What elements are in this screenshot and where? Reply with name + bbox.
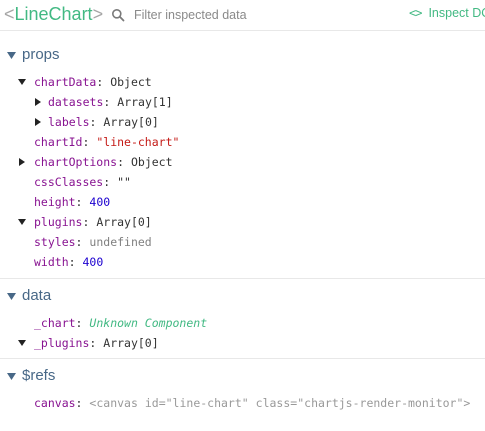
caret-right-icon (19, 158, 25, 166)
prop-key: chartId (34, 135, 83, 149)
refs-key: canvas (34, 396, 76, 410)
props-section-header[interactable]: props (0, 44, 485, 66)
prop-key: styles (34, 235, 76, 249)
prop-value: undefined (89, 235, 152, 249)
prop-value: Array[1] (117, 95, 173, 109)
prop-key: chartOptions (34, 155, 118, 169)
prop-value: Array[0] (96, 215, 152, 229)
data-row-chart[interactable]: _chart: Unknown Component (34, 314, 207, 332)
prop-key: plugins (34, 215, 83, 229)
prop-row-height[interactable]: height: 400 (34, 193, 110, 211)
caret-right-icon (35, 98, 41, 106)
refs-tag-open: <canvas (89, 396, 138, 410)
caret-right-icon (35, 118, 41, 126)
prop-value: "line-chart" (96, 135, 180, 149)
caret-down-icon (18, 219, 26, 225)
data-value: Unknown Component (89, 316, 208, 330)
prop-value: "" (117, 175, 131, 189)
search-icon (112, 9, 125, 22)
caret-down-icon (7, 293, 16, 300)
prop-value: Object (130, 155, 173, 169)
prop-value: Object (110, 75, 152, 89)
inspector-header: <LineChart> <> Inspect DO (0, 0, 485, 31)
prop-key: height (34, 195, 76, 209)
refs-attr-value: "line-chart" (165, 396, 249, 410)
prop-key: cssClasses (34, 175, 104, 189)
inspect-dom-button[interactable]: <> Inspect DO (409, 6, 485, 20)
data-key: _plugins (34, 336, 90, 350)
tag-close-bracket: > (92, 4, 104, 24)
prop-key: chartData (34, 75, 97, 89)
caret-down-icon (7, 52, 16, 59)
refs-section: $refs canvas: <canvas id="line-chart" cl… (0, 358, 485, 431)
props-section-title: props (22, 46, 60, 63)
props-section: props chartData: Object datasets: Array[… (0, 32, 485, 278)
caret-down-icon (7, 373, 16, 380)
refs-attr-value: "chartjs-render-monitor" (297, 396, 464, 410)
refs-attr-name: class (255, 396, 291, 410)
prop-row-chartid[interactable]: chartId: "line-chart" (34, 133, 179, 151)
component-name: LineChart (14, 4, 93, 24)
data-section: data _chart: Unknown Component _plugins:… (0, 278, 485, 358)
prop-row-cssclasses[interactable]: cssClasses: "" (34, 173, 131, 191)
refs-section-header[interactable]: $refs (0, 365, 485, 387)
refs-row-canvas[interactable]: canvas: <canvas id="line-chart" class="c… (34, 394, 470, 412)
prop-value: 400 (89, 195, 111, 209)
prop-key: width (34, 255, 69, 269)
prop-value: Array[0] (103, 115, 159, 129)
data-key: _chart (34, 316, 76, 330)
inspect-dom-label: Inspect DO (428, 6, 485, 20)
prop-row-width[interactable]: width: 400 (34, 253, 103, 271)
data-section-title: data (22, 287, 52, 304)
caret-down-icon (18, 79, 26, 85)
caret-down-icon (18, 340, 26, 346)
refs-attr-name: id (144, 396, 159, 410)
component-title: <LineChart> (4, 3, 103, 25)
data-section-header[interactable]: data (0, 285, 485, 307)
code-icon: <> (409, 6, 422, 20)
refs-tag-close: > (463, 396, 471, 410)
tag-open-bracket: < (4, 4, 15, 24)
prop-row-styles[interactable]: styles: undefined (34, 233, 152, 251)
prop-key: datasets (48, 95, 104, 109)
data-value: Array[0] (103, 336, 159, 350)
prop-value: 400 (82, 255, 104, 269)
refs-section-title: $refs (22, 367, 56, 384)
prop-key: labels (48, 115, 90, 129)
filter-input[interactable] (134, 5, 374, 25)
